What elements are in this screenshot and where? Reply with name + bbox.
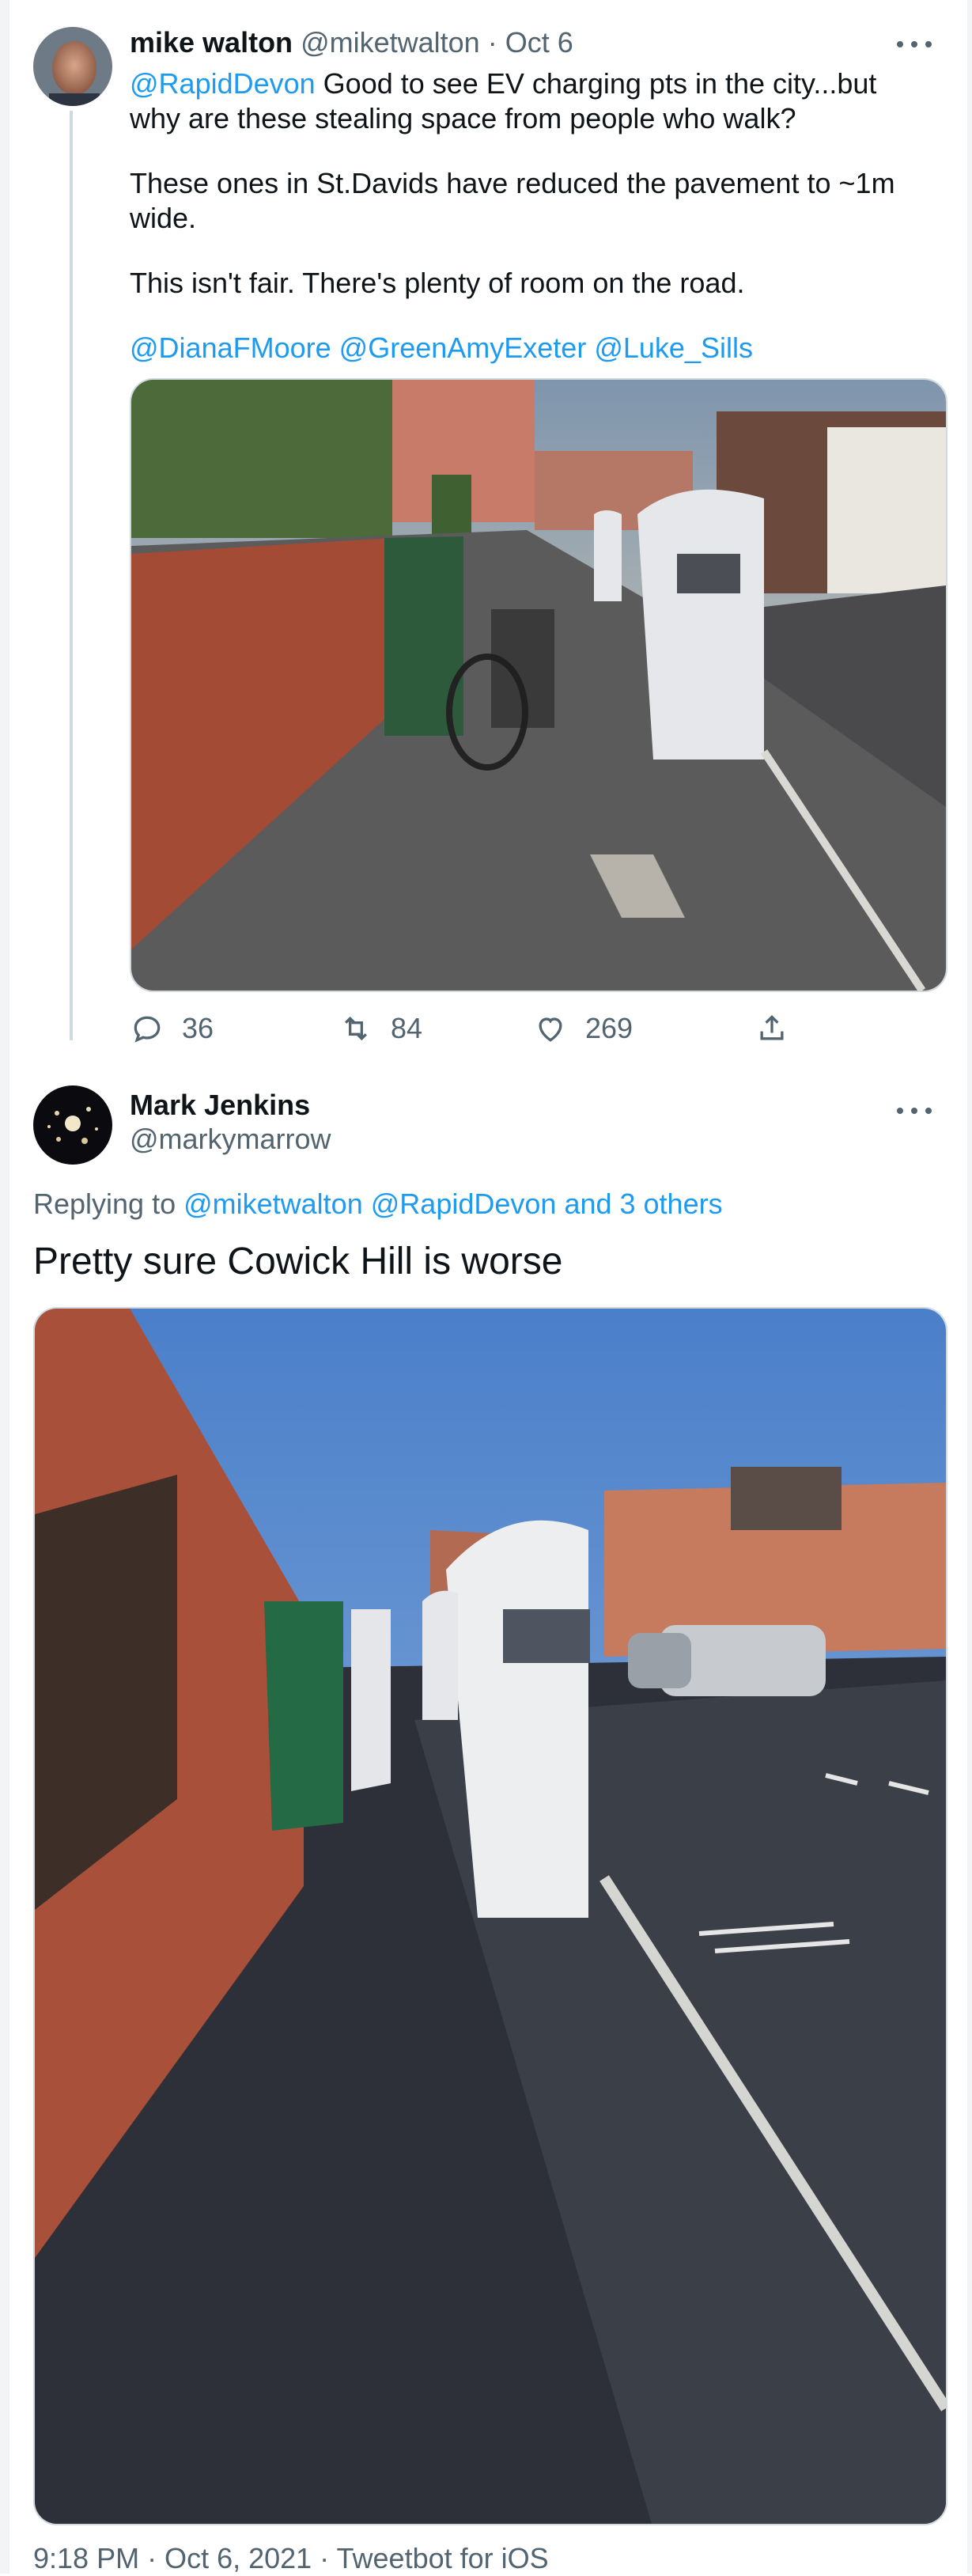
tweet2-author-handle[interactable]: @markymarrow [130, 1122, 331, 1157]
tweet1-more-button[interactable] [897, 36, 932, 52]
retweet-button[interactable]: 84 [338, 1005, 422, 1052]
tweet1-photo[interactable] [130, 378, 947, 992]
tweet1-line3: This isn't fair. There's plenty of room … [130, 267, 745, 299]
reply-icon [134, 1016, 161, 1043]
tweet1-separator: · [479, 26, 505, 59]
replying-prefix: Replying to [33, 1188, 184, 1220]
replying-miketwalton[interactable]: @miketwalton [183, 1188, 363, 1220]
replying-to: Replying to @miketwalton @RapidDevon and… [33, 1187, 723, 1222]
like-count: 269 [585, 1012, 634, 1044]
tweet2-author-name[interactable]: Mark Jenkins [130, 1088, 310, 1123]
mention-dianafmoore[interactable]: @DianaFMoore [130, 331, 331, 364]
tweet1-author-handle[interactable]: @miketwalton [301, 26, 480, 59]
reply-count: 36 [182, 1012, 214, 1044]
replying-others[interactable]: and 3 others [564, 1188, 722, 1220]
mention-rapiddevon[interactable]: @RapidDevon [130, 67, 316, 100]
like-button[interactable]: 269 [533, 1005, 633, 1052]
tweet2-more-button[interactable] [897, 1103, 932, 1119]
thread-connector-line [70, 111, 73, 1040]
share-icon [760, 1014, 784, 1040]
retweet-icon [344, 1016, 368, 1041]
window-edge-right [967, 0, 972, 2574]
window-edge-left [0, 0, 9, 2574]
mention-greenamyexeter[interactable]: @GreenAmyExeter [339, 331, 587, 364]
tweet1-body: @RapidDevon Good to see EV charging pts … [130, 66, 929, 366]
mention-luke-sills[interactable]: @Luke_Sills [594, 331, 753, 364]
tweet2-photo[interactable] [33, 1307, 947, 2525]
tweet1-header: mike walton @miketwalton · Oct 6 [130, 25, 573, 60]
tweet1-date[interactable]: Oct 6 [505, 26, 573, 59]
tweet1-mentions: @DianaFMoore @GreenAmyExeter @Luke_Sills [130, 331, 929, 366]
tweet2-text: Pretty sure Cowick Hill is worse [33, 1241, 563, 1282]
tweet1-author-name[interactable]: mike walton [130, 26, 293, 59]
tweet1-action-bar: 36 84 269 [130, 1005, 842, 1052]
tweet1-line2: These ones in St.Davids have reduced the… [130, 167, 895, 234]
tweet1-line1: @RapidDevon Good to see EV charging pts … [130, 66, 929, 136]
reply-button[interactable]: 36 [130, 1005, 214, 1052]
heart-icon [539, 1017, 562, 1042]
tweet2-footer-timestamp[interactable]: 9:18 PM · Oct 6, 2021 · Tweetbot for iOS [33, 2541, 549, 2576]
more-horizontal-icon [897, 1108, 903, 1114]
replying-rapiddevon[interactable]: @RapidDevon [371, 1188, 557, 1220]
avatar-mike-walton[interactable] [33, 27, 112, 106]
retweet-count: 84 [391, 1012, 423, 1044]
share-button[interactable] [755, 1005, 789, 1052]
avatar-mark-jenkins[interactable] [33, 1085, 112, 1165]
more-horizontal-icon [897, 41, 903, 47]
